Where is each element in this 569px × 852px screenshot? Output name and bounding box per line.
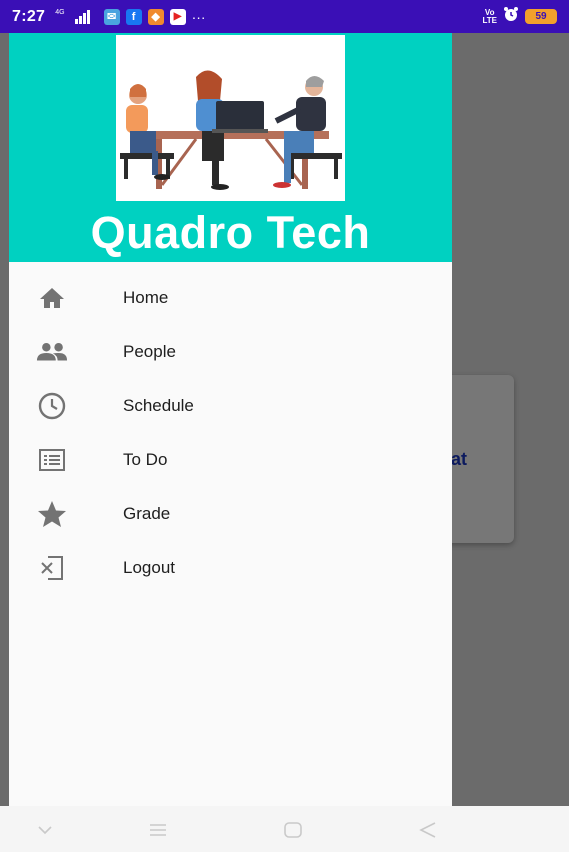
- menu-label-logout: Logout: [123, 558, 175, 577]
- home-button[interactable]: [281, 818, 305, 842]
- photos-icon: ◆: [147, 8, 164, 25]
- battery-icon: 59: [525, 9, 557, 24]
- status-left: 7:27 4G ✉ f ◆ ▶ ···: [12, 8, 206, 26]
- back-button[interactable]: [416, 818, 440, 842]
- menu-label-grade: Grade: [123, 504, 171, 523]
- drawer-header: Quadro Tech: [9, 33, 452, 262]
- network-label: 4G: [55, 9, 65, 16]
- menu-label-people: People: [123, 342, 176, 361]
- volte-icon: Vo LTE: [482, 8, 497, 25]
- team-illustration: [116, 35, 345, 201]
- menu-item-home[interactable]: Home: [9, 271, 452, 325]
- team-illustration-svg: [120, 70, 342, 190]
- home-icon: [36, 282, 68, 314]
- status-time: 7:27: [12, 7, 46, 25]
- facebook-icon: f: [125, 8, 142, 25]
- menu-label-home: Home: [123, 288, 169, 307]
- navigation-drawer: Quadro Tech Home People Schedule To Do G…: [9, 33, 452, 806]
- menu-label-todo: To Do: [123, 450, 168, 469]
- brand-title: Quadro Tech: [90, 207, 371, 258]
- alarm-icon: [503, 6, 519, 27]
- logout-icon: [36, 552, 68, 584]
- people-icon: [36, 336, 68, 368]
- screen: 7:27 4G ✉ f ◆ ▶ ··· Vo LTE 59 hat Quadro…: [0, 0, 569, 852]
- chevron-down-icon[interactable]: [33, 818, 57, 842]
- menu-item-logout[interactable]: Logout: [9, 541, 452, 595]
- list-icon: [36, 444, 68, 476]
- clock-icon: [36, 390, 68, 422]
- recent-apps-button[interactable]: [146, 818, 170, 842]
- menu-label-schedule: Schedule: [123, 396, 194, 415]
- menu-item-todo[interactable]: To Do: [9, 433, 452, 487]
- signal-icon: [74, 9, 90, 24]
- menu-item-people[interactable]: People: [9, 325, 452, 379]
- youtube-icon: ▶: [169, 8, 186, 25]
- drawer-menu: Home People Schedule To Do Grade Logout: [9, 271, 452, 595]
- more-notifications: ···: [191, 8, 206, 25]
- menu-item-grade[interactable]: Grade: [9, 487, 452, 541]
- menu-item-schedule[interactable]: Schedule: [9, 379, 452, 433]
- status-right: Vo LTE 59: [482, 6, 557, 27]
- star-icon: [36, 498, 68, 530]
- status-bar: 7:27 4G ✉ f ◆ ▶ ··· Vo LTE 59: [0, 0, 569, 33]
- messages-icon: ✉: [103, 8, 120, 25]
- system-nav-bar: [0, 806, 569, 852]
- volte-bottom: LTE: [482, 15, 497, 25]
